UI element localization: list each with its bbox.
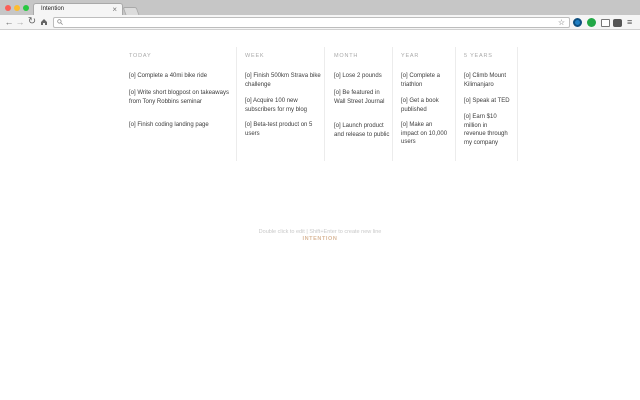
window-maximize-button[interactable] xyxy=(23,5,29,11)
forward-icon[interactable]: → xyxy=(15,17,25,27)
home-icon[interactable] xyxy=(39,17,49,27)
search-icon xyxy=(57,19,63,25)
goal-item[interactable]: [o] Complete a triathlon xyxy=(401,72,449,89)
tab-title: Intention xyxy=(41,6,65,12)
goal-item[interactable]: [o] Lose 2 pounds xyxy=(334,72,390,81)
extension-icon[interactable] xyxy=(587,18,596,27)
window-close-button[interactable] xyxy=(5,5,11,11)
goal-item[interactable]: [o] Make an impact on 10,000 users xyxy=(401,121,449,147)
goal-item[interactable]: [o] Speak at TED xyxy=(464,97,512,106)
goal-item[interactable]: [o] Launch product and release to public xyxy=(334,122,390,139)
menu-icon[interactable]: ≡ xyxy=(627,17,632,27)
goal-item[interactable]: [o] Finish 500km Strava bike challenge xyxy=(245,72,321,89)
tab-strip: Intention × xyxy=(0,0,640,15)
pocket-icon[interactable] xyxy=(613,19,622,27)
column-today: TODAY [o] Complete a 40mi bike ride [o] … xyxy=(121,47,237,161)
browser-tab[interactable]: Intention × xyxy=(33,3,123,15)
goal-item[interactable]: [o] Get a book published xyxy=(401,97,449,114)
window-minimize-button[interactable] xyxy=(14,5,20,11)
goals-board: TODAY [o] Complete a 40mi bike ride [o] … xyxy=(0,47,640,167)
browser-toolbar: ← → ↻ ☆ ≡ xyxy=(0,15,640,30)
goal-item[interactable]: [o] Finish coding landing page xyxy=(129,121,229,130)
goal-item[interactable]: [o] Write short blogpost on takeaways fr… xyxy=(129,89,229,106)
tab-close-icon[interactable]: × xyxy=(112,4,117,15)
column-heading: MONTH xyxy=(334,53,359,59)
reload-icon[interactable]: ↻ xyxy=(27,17,37,27)
new-tab-button[interactable] xyxy=(122,7,140,15)
column-5-years: 5 YEARS [o] Climb Mount Kilimanjaro [o] … xyxy=(456,47,518,161)
goal-item[interactable]: [o] Acquire 100 new subscribers for my b… xyxy=(245,97,321,114)
goal-item[interactable]: [o] Complete a 40mi bike ride xyxy=(129,72,229,81)
column-heading: TODAY xyxy=(129,53,152,59)
column-year: YEAR [o] Complete a triathlon [o] Get a … xyxy=(393,47,456,161)
address-bar[interactable]: ☆ xyxy=(53,17,570,28)
star-icon[interactable]: ☆ xyxy=(558,18,565,27)
goal-item[interactable]: [o] Climb Mount Kilimanjaro xyxy=(464,72,512,89)
column-heading: WEEK xyxy=(245,53,265,59)
extension-icon[interactable] xyxy=(573,18,582,27)
extension-icon[interactable] xyxy=(601,19,610,27)
brand-logo: INTENTION xyxy=(302,236,338,242)
goal-item[interactable]: [o] Beta-test product on 5 users xyxy=(245,121,321,138)
goal-item[interactable]: [o] Earn $10 million in revenue through … xyxy=(464,113,508,147)
column-month: MONTH [o] Lose 2 pounds [o] Be featured … xyxy=(326,47,393,161)
goal-item[interactable]: [o] Be featured in Wall Street Journal xyxy=(334,89,390,106)
column-week: WEEK [o] Finish 500km Strava bike challe… xyxy=(237,47,325,161)
column-heading: YEAR xyxy=(401,53,420,59)
back-icon[interactable]: ← xyxy=(4,17,14,27)
column-heading: 5 YEARS xyxy=(464,53,493,59)
edit-hint: Double click to edit | Shift+Enter to cr… xyxy=(258,229,382,235)
